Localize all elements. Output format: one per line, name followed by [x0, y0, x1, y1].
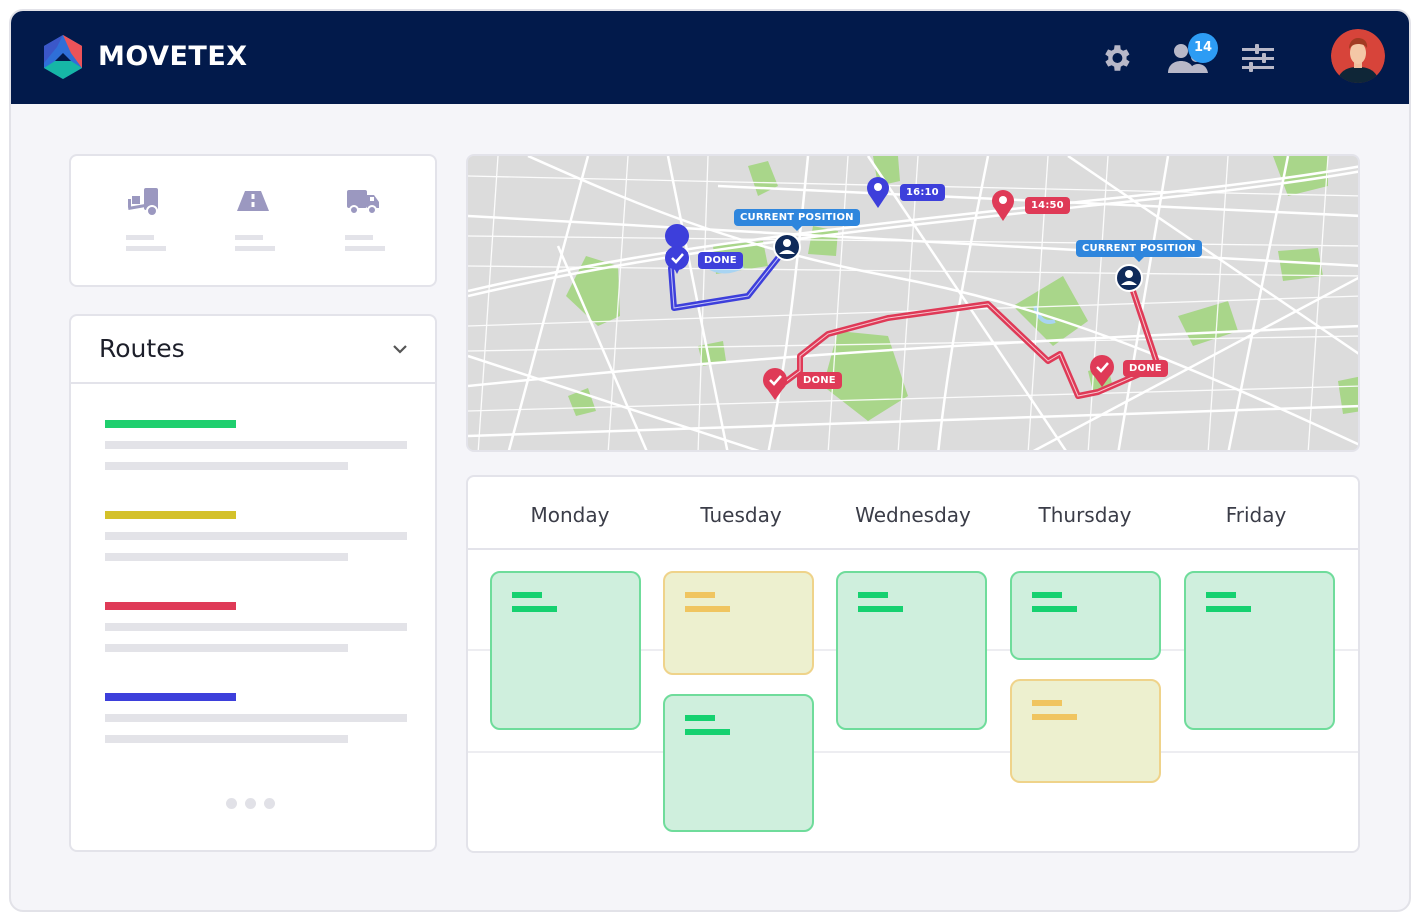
placeholder-line	[105, 735, 348, 743]
calendar-event-wednesday[interactable]	[836, 571, 987, 730]
route-map[interactable]: CURRENT POSITION CURRENT POSITION DONE 1…	[466, 154, 1360, 452]
stat-item-forklift[interactable]	[114, 186, 174, 251]
day-header-thursday: Thursday	[1038, 503, 1132, 527]
placeholder-line	[345, 235, 373, 240]
forklift-icon	[128, 188, 158, 217]
stats-card	[69, 154, 437, 287]
placeholder-line	[235, 246, 275, 251]
event-subtitle-placeholder	[1206, 606, 1251, 612]
event-subtitle-placeholder	[685, 606, 730, 612]
eta-label: 14:50	[1025, 197, 1070, 214]
placeholder-line	[126, 235, 154, 240]
calendar-event-friday[interactable]	[1184, 571, 1335, 730]
route-item[interactable]	[105, 420, 409, 470]
calendar-event-thursday[interactable]	[1010, 679, 1161, 783]
top-navigation-bar: MOVETEX 14	[11, 11, 1409, 104]
road-icon	[237, 191, 269, 211]
sliders-icon[interactable]	[1241, 43, 1275, 75]
event-subtitle-placeholder	[685, 729, 730, 735]
more-dots-button[interactable]	[226, 796, 283, 814]
event-title-placeholder	[858, 592, 888, 598]
movetex-logo-icon	[44, 35, 82, 79]
calendar-header: Monday Tuesday Wednesday Thursday Friday	[468, 477, 1358, 550]
stat-item-road[interactable]	[223, 186, 283, 251]
event-title-placeholder	[1206, 592, 1236, 598]
calendar-event-monday[interactable]	[490, 571, 641, 730]
calendar-event-tuesday[interactable]	[663, 694, 814, 832]
routes-panel: Routes	[69, 314, 437, 852]
placeholder-line	[105, 714, 407, 722]
user-avatar[interactable]	[1331, 29, 1385, 83]
event-subtitle-placeholder	[858, 606, 903, 612]
placeholder-line	[105, 441, 407, 449]
eta-label: 16:10	[900, 184, 945, 201]
routes-title: Routes	[99, 334, 185, 363]
day-header-monday: Monday	[530, 503, 610, 527]
day-header-tuesday: Tuesday	[700, 503, 782, 527]
event-subtitle-placeholder	[1032, 606, 1077, 612]
app-window: MOVETEX 14 Routes CURRENT POSITION CURRE…	[9, 9, 1411, 912]
current-position-marker-2[interactable]	[1115, 264, 1143, 292]
event-title-placeholder	[685, 715, 715, 721]
brand-name: MOVETEX	[98, 41, 248, 72]
event-subtitle-placeholder	[1032, 714, 1077, 720]
dot	[226, 798, 237, 809]
day-header-wednesday: Wednesday	[855, 503, 971, 527]
chevron-down-icon[interactable]	[391, 342, 409, 356]
route-color-bar	[105, 693, 236, 701]
done-label: DONE	[698, 252, 743, 269]
notification-badge: 14	[1188, 33, 1218, 63]
route-color-bar	[105, 602, 236, 610]
dot	[245, 798, 256, 809]
placeholder-line	[126, 246, 166, 251]
route-color-bar	[105, 511, 236, 519]
current-position-marker-1[interactable]	[773, 233, 801, 261]
route-item[interactable]	[105, 693, 409, 743]
dot	[264, 798, 275, 809]
calendar-row-divider	[468, 751, 1358, 753]
placeholder-line	[345, 246, 385, 251]
truck-icon	[347, 190, 379, 215]
placeholder-line	[235, 235, 263, 240]
event-title-placeholder	[512, 592, 542, 598]
current-position-label: CURRENT POSITION	[1076, 240, 1202, 262]
stat-item-truck[interactable]	[333, 186, 393, 251]
done-label: DONE	[1123, 360, 1168, 377]
gear-icon[interactable]	[1099, 41, 1133, 75]
calendar-event-tuesday[interactable]	[663, 571, 814, 675]
placeholder-line	[105, 462, 348, 470]
placeholder-line	[105, 532, 407, 540]
route-item[interactable]	[105, 602, 409, 652]
route-color-bar	[105, 420, 236, 428]
event-title-placeholder	[1032, 700, 1062, 706]
calendar-event-thursday[interactable]	[1010, 571, 1161, 660]
event-title-placeholder	[685, 592, 715, 598]
event-subtitle-placeholder	[512, 606, 557, 612]
placeholder-line	[105, 644, 348, 652]
done-label: DONE	[797, 372, 842, 389]
weekly-calendar: Monday Tuesday Wednesday Thursday Friday	[466, 475, 1360, 853]
placeholder-line	[105, 623, 407, 631]
day-header-friday: Friday	[1225, 503, 1287, 527]
event-title-placeholder	[1032, 592, 1062, 598]
current-position-label: CURRENT POSITION	[734, 209, 860, 231]
placeholder-line	[105, 553, 348, 561]
route-item[interactable]	[105, 511, 409, 561]
routes-header[interactable]: Routes	[71, 316, 435, 384]
